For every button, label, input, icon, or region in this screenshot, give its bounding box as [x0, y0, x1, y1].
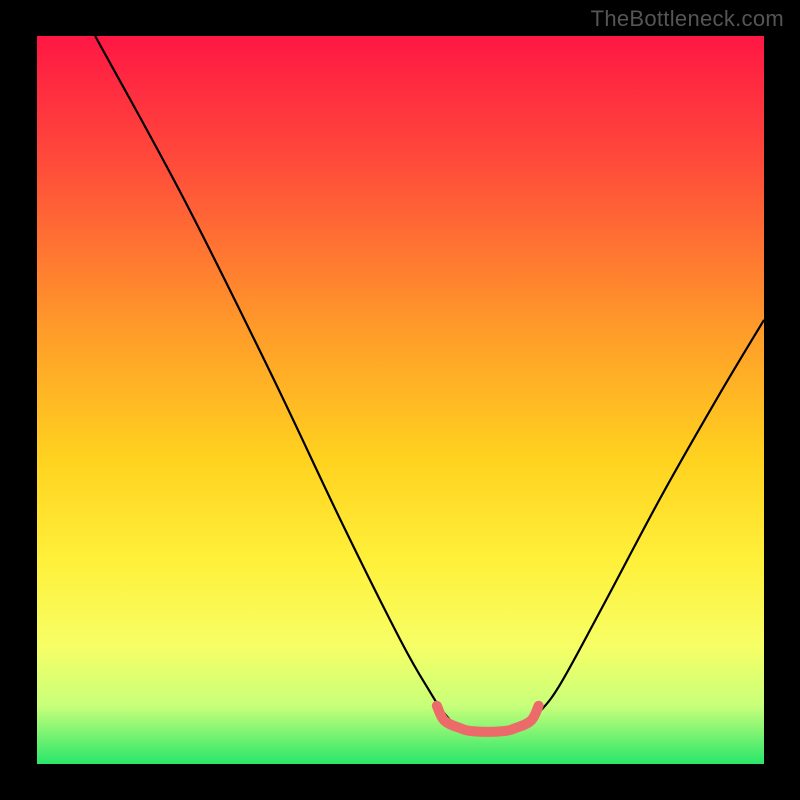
chart-frame: TheBottleneck.com: [0, 0, 800, 800]
watermark-text: TheBottleneck.com: [591, 6, 784, 32]
gradient-background: [37, 36, 764, 764]
plot-area: [37, 36, 764, 764]
bottleneck-chart: [37, 36, 764, 764]
